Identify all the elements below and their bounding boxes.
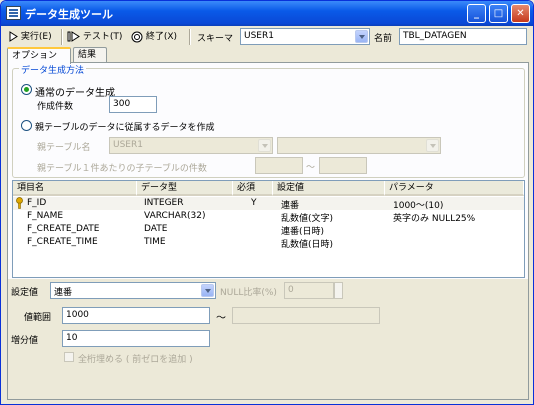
parent-table-label: 親テーブル名 — [37, 143, 91, 153]
col-header-name[interactable]: 項目名 — [13, 181, 137, 196]
setting-label: 設定値 — [11, 288, 39, 298]
child-generation-label[interactable]: 親テーブルのデータに従属するデータを作成 — [35, 120, 214, 133]
setting-select[interactable]: 連番 — [50, 282, 216, 299]
row-required: Y — [251, 198, 257, 208]
row-name: F_CREATE_DATE — [27, 224, 100, 234]
row-type: DATE — [144, 224, 168, 234]
col-header-required[interactable]: 必須 — [233, 181, 273, 196]
zero-fill-checkbox[interactable] — [64, 352, 74, 362]
range-from-field[interactable]: 1000 — [62, 307, 210, 324]
per-parent-min-field[interactable] — [255, 157, 303, 174]
null-ratio-field[interactable]: 0 — [284, 282, 334, 299]
row-name: F_ID — [27, 198, 47, 208]
table-row[interactable]: F_CREATE_TIME TIME 乱数値(日時) — [13, 236, 524, 250]
play-icon — [9, 31, 18, 42]
key-icon — [16, 197, 23, 209]
zero-fill-label[interactable]: 全桁埋める ( 前ゼロを追加 ) — [78, 352, 193, 365]
app-icon — [6, 6, 21, 20]
generation-method-group: データ生成方法 通常のデータ生成 作成件数 300 親テーブルのデータに従属する… — [12, 63, 525, 178]
run-button[interactable]: 実行(E) — [9, 29, 52, 45]
options-panel: データ生成方法 通常のデータ生成 作成件数 300 親テーブルのデータに従属する… — [7, 62, 529, 400]
power-icon — [131, 31, 143, 42]
app-window: データ生成ツール _ □ ✕ 実行(E) テスト(T) 終了(X) スキーマ U… — [0, 0, 534, 405]
table-row[interactable]: F_ID INTEGER Y 連番 1000～(10) — [13, 197, 524, 211]
test-button[interactable]: テスト(T) — [67, 29, 122, 45]
name-label: 名前 — [374, 34, 393, 44]
exit-button[interactable]: 終了(X) — [131, 29, 177, 45]
child-generation-radio[interactable] — [21, 120, 32, 131]
parent-schema-value: USER1 — [113, 140, 143, 150]
window-title: データ生成ツール — [25, 8, 113, 21]
chevron-down-icon[interactable] — [258, 139, 271, 152]
increment-label: 増分値 — [11, 336, 39, 346]
range-label: 値範囲 — [24, 313, 52, 323]
parent-table-select[interactable] — [277, 137, 441, 154]
parent-schema-select[interactable]: USER1 — [109, 137, 273, 154]
maximize-button[interactable]: □ — [489, 4, 508, 23]
chevron-down-icon[interactable] — [426, 139, 439, 152]
per-parent-label: 親テーブル１件あたりの子テーブルの件数 — [37, 164, 207, 174]
null-ratio-spinner[interactable] — [334, 282, 343, 299]
col-header-type[interactable]: データ型 — [137, 181, 233, 196]
normal-generation-radio[interactable] — [21, 84, 32, 95]
title-bar[interactable]: データ生成ツール _ □ ✕ — [1, 1, 533, 26]
setting-detail-area: 設定値 連番 NULL比率(%) 0 値範囲 1000 ～ 増分値 10 全桁埋… — [8, 279, 528, 399]
row-name: F_CREATE_TIME — [27, 237, 98, 247]
row-type: TIME — [144, 237, 166, 247]
increment-field[interactable]: 10 — [62, 330, 210, 347]
schema-select[interactable]: USER1 — [240, 28, 370, 45]
range-sep: ～ — [216, 313, 226, 324]
tab-options[interactable]: オプション — [7, 47, 71, 64]
chevron-down-icon[interactable] — [355, 30, 368, 43]
setting-value: 連番 — [54, 288, 73, 298]
minimize-button[interactable]: _ — [467, 4, 486, 23]
run-label: 実行(E) — [20, 32, 52, 42]
range-to-field[interactable] — [232, 307, 380, 324]
schema-label: スキーマ — [197, 34, 234, 44]
null-ratio-label: NULL比率(%) — [220, 288, 277, 298]
test-label: テスト(T) — [82, 32, 123, 42]
row-name: F_NAME — [27, 211, 64, 221]
row-setting: 乱数値(日時) — [281, 240, 334, 250]
table-row[interactable]: F_CREATE_DATE DATE 連番(日時) — [13, 223, 524, 237]
column-grid[interactable]: 項目名 データ型 必須 設定値 パラメータ F_ID INTEGER Y 連番 … — [12, 180, 525, 278]
row-type: INTEGER — [144, 198, 184, 208]
chevron-down-icon[interactable] — [201, 284, 214, 297]
name-field[interactable]: TBL_DATAGEN — [399, 28, 527, 45]
toolbar: 実行(E) テスト(T) 終了(X) スキーマ USER1 名前 TBL_DAT… — [3, 27, 531, 47]
count-label: 作成件数 — [37, 102, 74, 112]
toolbar-separator — [189, 29, 191, 45]
toolbar-separator — [61, 29, 63, 45]
col-header-param[interactable]: パラメータ — [385, 181, 524, 196]
col-header-setting[interactable]: 設定値 — [273, 181, 385, 196]
step-play-icon — [67, 31, 80, 42]
tab-results[interactable]: 結果 — [73, 47, 107, 63]
close-button[interactable]: ✕ — [511, 4, 530, 23]
table-row[interactable]: F_NAME VARCHAR(32) 乱数値(文字) 英字のみ NULL25% — [13, 210, 524, 224]
exit-label: 終了(X) — [145, 32, 178, 42]
row-type: VARCHAR(32) — [144, 211, 206, 221]
normal-generation-label[interactable]: 通常のデータ生成 — [35, 84, 115, 99]
schema-value: USER1 — [244, 31, 274, 41]
per-parent-max-field[interactable] — [319, 157, 367, 174]
generation-method-legend: データ生成方法 — [19, 63, 87, 76]
per-parent-range-sep: ～ — [306, 163, 316, 173]
count-field[interactable]: 300 — [109, 96, 157, 113]
